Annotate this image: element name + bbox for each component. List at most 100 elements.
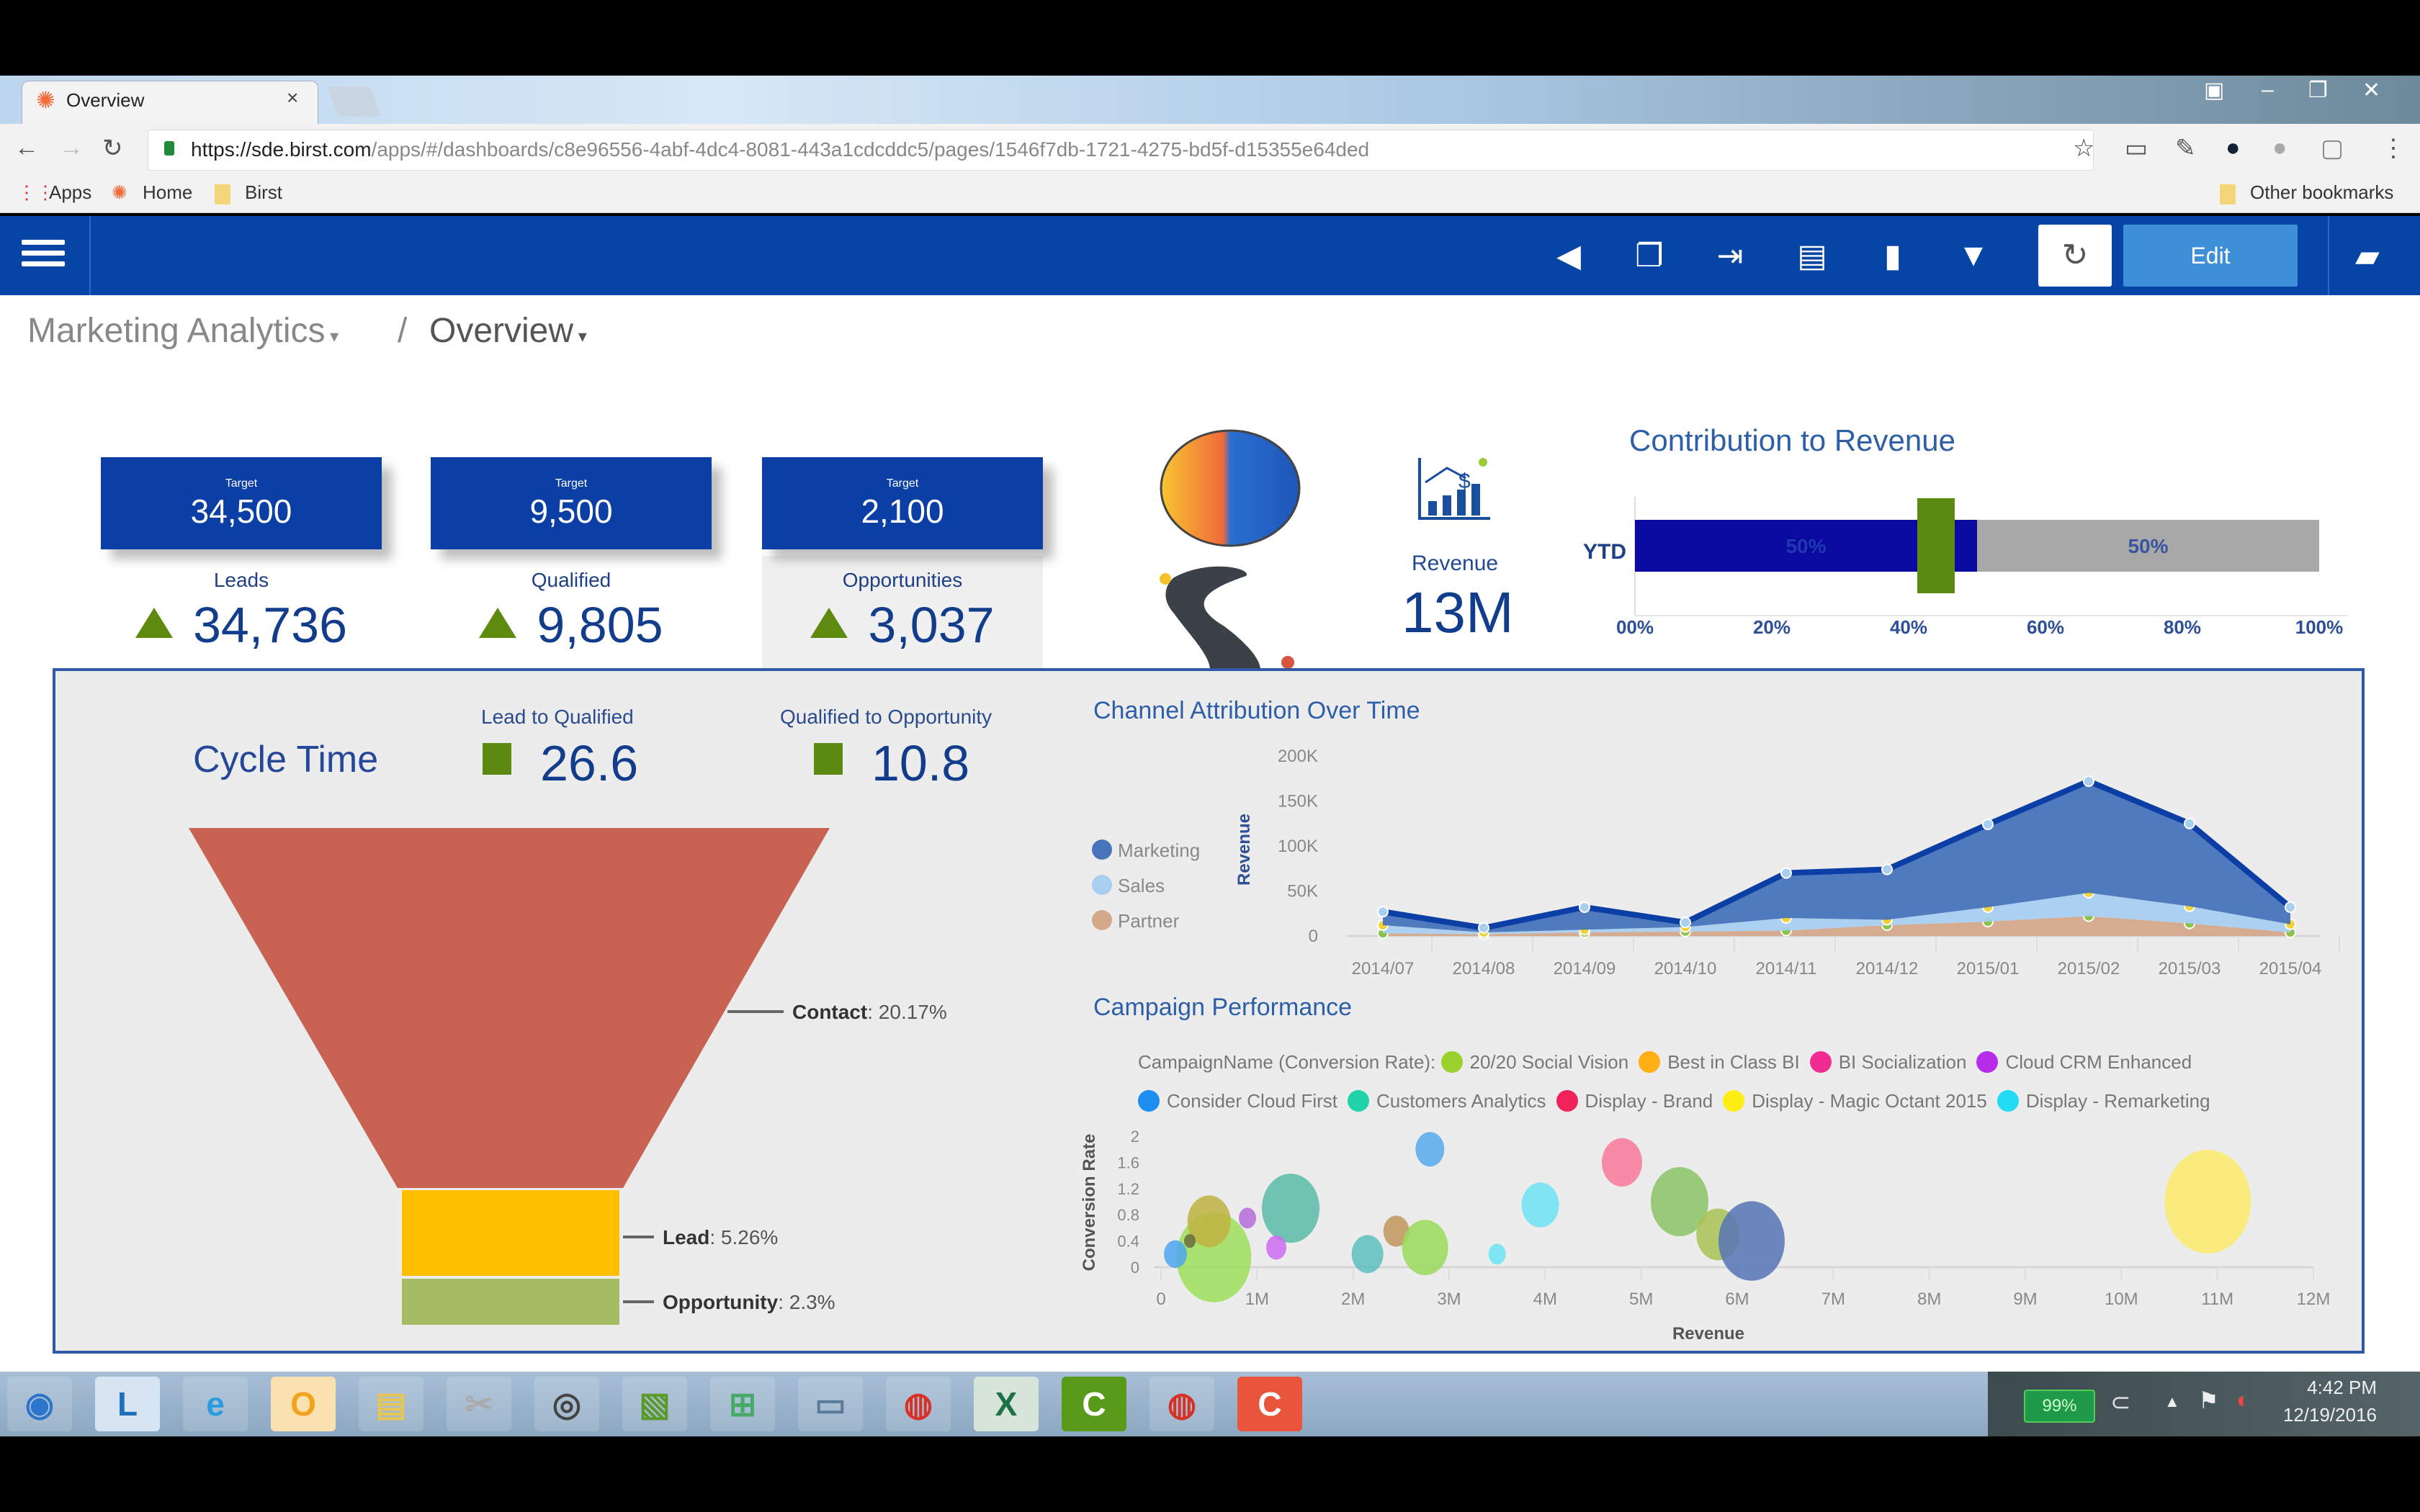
kpi-target-leads[interactable]: Target 34,500 (101, 457, 382, 549)
campaign-performance-title: Campaign Performance (1093, 994, 1353, 1021)
funnel-stage-label: Lead: 5.26% (663, 1226, 778, 1248)
bubble (1266, 1235, 1286, 1260)
x-tick-label: 2014/11 (1756, 959, 1817, 978)
legend-item[interactable]: Best in Class BI (1639, 1051, 1800, 1073)
kpi-target-opportunities[interactable]: Target 2,100 (762, 457, 1043, 549)
kpi-label-qualified: Qualified (531, 569, 611, 591)
minimize-icon[interactable]: – (2262, 78, 2274, 102)
cycle-time-title: Cycle Time (193, 739, 379, 780)
battery-indicator[interactable]: 99% (2024, 1390, 2095, 1423)
funnel-stage-lead (402, 1190, 619, 1276)
extension-square-icon[interactable]: ▢ (2321, 134, 2344, 163)
taskbar-outlook-icon[interactable]: O (271, 1377, 336, 1431)
close-window-icon[interactable]: ✕ (2362, 78, 2380, 103)
bubble (1415, 1132, 1445, 1167)
extension-gray-icon[interactable]: ● (2272, 134, 2287, 162)
bookmark-icon[interactable]: ▮ (1871, 238, 1914, 274)
taskbar-chrome-icon[interactable]: ◍ (886, 1377, 951, 1431)
taskbar-remote-desktop-icon[interactable]: ▭ (798, 1377, 863, 1431)
refresh-button[interactable]: ↻ (2038, 225, 2112, 287)
taskbar-paint-palette-icon[interactable]: ◎ (534, 1377, 599, 1431)
top-letterbox (0, 0, 2420, 76)
x-tick-label: 2014/08 (1453, 959, 1515, 978)
y-tick-label: 1.6 (1117, 1153, 1139, 1171)
channel-attribution-title: Channel Attribution Over Time (1093, 697, 1420, 724)
chrome-menu-icon[interactable]: ⋮ (2381, 134, 2406, 163)
bookmark-home[interactable]: Home (143, 181, 192, 204)
kpi-value-text: 3,037 (868, 597, 995, 653)
bubble (1351, 1235, 1384, 1274)
taskbar-internet-explorer-icon[interactable]: e (183, 1377, 248, 1431)
open-folder-icon[interactable]: ▰ (2355, 238, 2380, 274)
taskbar-snipping-tool-icon[interactable]: ✂ (447, 1377, 511, 1431)
bookmark-birst[interactable]: Birst (245, 181, 282, 204)
segment-label: 50% (1785, 535, 1826, 557)
x-tick-label: 40% (1890, 616, 1927, 638)
taskbar-camtasia-green-icon[interactable]: C (1062, 1377, 1126, 1431)
taskbar-camtasia-orange-icon[interactable]: C (1237, 1377, 1302, 1431)
hamburger-menu-icon[interactable] (22, 234, 65, 277)
lock-icon (164, 141, 174, 156)
target-value: 2,100 (861, 492, 944, 530)
clock-time[interactable]: 4:42 PM (2283, 1377, 2377, 1399)
taskbar-image-viewer-icon[interactable]: ▧ (622, 1377, 687, 1431)
road-marker-icon (1281, 656, 1294, 669)
x-tick-label: 2015/01 (1957, 959, 2020, 978)
bookmark-apps[interactable]: Apps (49, 181, 91, 204)
folder-icon (2220, 184, 2236, 204)
show-hidden-icons[interactable]: ▲ (2164, 1392, 2180, 1411)
edit-button[interactable]: Edit (2123, 225, 2298, 287)
revenue-chart-icon: $ (1418, 458, 1490, 520)
breadcrumb-parent[interactable]: Marketing Analytics ▾ (27, 311, 339, 351)
taskbar-calculator-grid-icon[interactable]: ⊞ (710, 1377, 775, 1431)
data-point-marketing (1377, 906, 1389, 918)
data-point-marketing (2184, 817, 2195, 829)
export-icon[interactable]: ⇥ (1708, 238, 1752, 274)
cast-icon[interactable]: ▭ (2125, 134, 2148, 163)
x-tick-label: 10M (2105, 1290, 2138, 1309)
legend-marker-marketing (1092, 840, 1112, 860)
taskbar-start-icon[interactable]: ◉ (7, 1377, 72, 1431)
campaign-performance-chart: Conversion Rate 0 0.4 0.8 1.2 1.6 2 0 1M 2M 3M 4M 5M… (1080, 1128, 2330, 1344)
url-text[interactable]: https://sde.birst.com/apps/#/dashboards/… (191, 138, 1369, 161)
lead-to-qualified-value: 26.6 (483, 734, 638, 792)
legend-item[interactable]: 20/20 Social Vision (1440, 1051, 1628, 1073)
action-center-flag-icon[interactable]: ⚑ (2198, 1387, 2219, 1414)
road-journey-graphic (1160, 429, 1301, 670)
birst-favicon-icon: ✺ (36, 87, 55, 113)
target-marker (1917, 498, 1955, 593)
legend-label: Sales (1118, 875, 1165, 896)
volume-muted-icon[interactable]: ◐ (2236, 1387, 2250, 1413)
taskbar-chrome-2-icon[interactable]: ◍ (1150, 1377, 1214, 1431)
filter-icon[interactable]: ▼ (1952, 238, 1995, 274)
x-tick-label: 0 (1156, 1290, 1165, 1309)
profile-icon[interactable]: ▣ (2204, 78, 2224, 103)
breadcrumb-current[interactable]: Overview ▾ (429, 311, 587, 351)
back-icon[interactable]: ← (14, 134, 39, 162)
taskbar-lync-icon[interactable]: L (95, 1377, 160, 1431)
tab-close-icon[interactable]: × (287, 86, 298, 109)
star-bookmark-icon[interactable]: ☆ (2073, 134, 2094, 163)
x-tick-label: 00% (1616, 616, 1654, 638)
taskbar-file-explorer-icon[interactable]: ▤ (359, 1377, 424, 1431)
extension-dark-icon[interactable]: ● (2226, 134, 2241, 162)
announce-icon[interactable]: ◀ (1547, 238, 1590, 274)
legend-item[interactable]: BI Socialization (1809, 1051, 1966, 1073)
divider (2328, 216, 2329, 295)
restore-icon[interactable]: ❐ (2308, 78, 2328, 103)
other-bookmarks[interactable]: Other bookmarks (2250, 181, 2393, 204)
kpi-target-qualified[interactable]: Target 9,500 (431, 457, 712, 549)
reload-icon[interactable]: ↻ (102, 134, 123, 163)
taskbar-excel-icon[interactable]: X (974, 1377, 1039, 1431)
x-tick-label: 80% (2164, 616, 2201, 638)
data-point-marketing (1881, 863, 1893, 876)
power-plug-icon[interactable]: ⊂ (2110, 1388, 2131, 1417)
eyedropper-extension-icon[interactable]: ✎ (2175, 134, 2196, 163)
legend-item[interactable]: Cloud CRM Enhanced (1976, 1051, 2192, 1073)
copy-icon[interactable]: ❐ (1628, 238, 1671, 274)
clock-date[interactable]: 12/19/2016 (2265, 1404, 2377, 1426)
y-tick-label: 0 (1131, 1259, 1139, 1277)
forward-icon[interactable]: → (59, 134, 84, 162)
comment-icon[interactable]: ▤ (1791, 238, 1834, 274)
y-tick-label: 0 (1309, 927, 1318, 946)
